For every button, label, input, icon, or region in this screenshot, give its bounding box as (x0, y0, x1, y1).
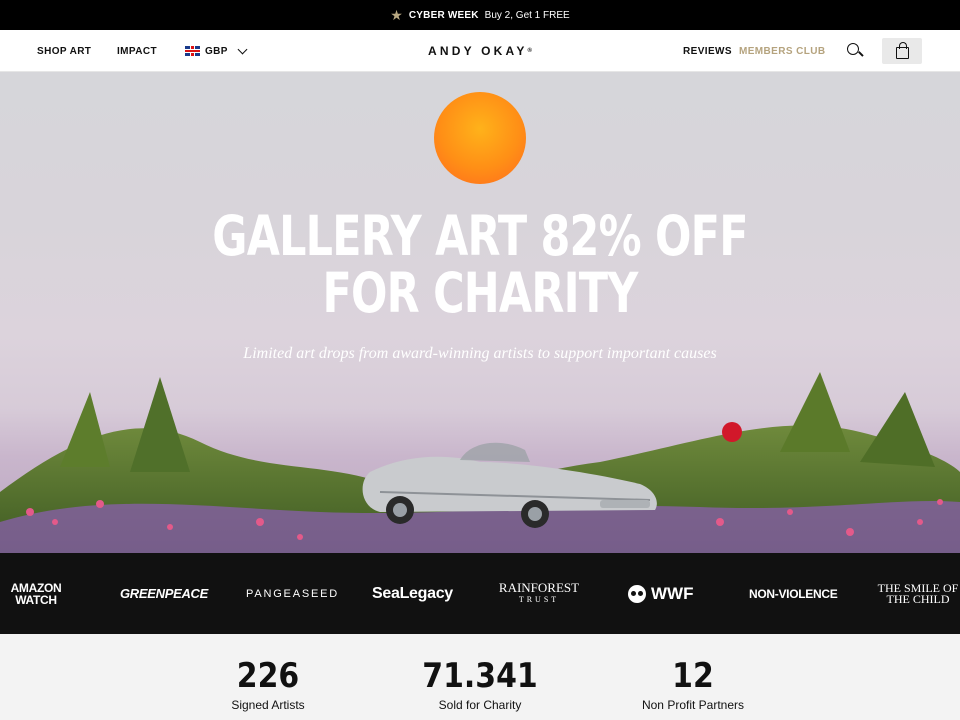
rainforest-trust-logo: RAINFOREST TRUST (499, 553, 579, 634)
registered-mark: ® (527, 48, 532, 54)
stat-value: 71.341 (422, 656, 538, 696)
wwf-logo: WWF (628, 553, 693, 634)
announcement-bar[interactable]: ★ CYBER WEEK Buy 2, Get 1 FREE (0, 0, 960, 30)
hero-banner[interactable]: GALLERY ART 82% OFF FOR CHARITY Limited … (0, 72, 960, 553)
impact-stats: 226 Signed Artists 71.341 Sold for Chari… (0, 634, 960, 720)
search-icon[interactable] (847, 43, 864, 59)
hero-headline-line1: GALLERY ART 82% OFF (212, 204, 748, 268)
uk-flag-icon (185, 46, 200, 56)
brand-logo-text: ANDY OKAY (428, 44, 528, 58)
flower-field-artwork (0, 372, 960, 553)
stat-label: Non Profit Partners (641, 698, 745, 712)
rainforest-trust-line2: TRUST (518, 594, 560, 604)
hero-subtitle: Limited art drops from award-winning art… (243, 345, 717, 362)
sun-artwork (434, 92, 526, 184)
stat-label: Sold for Charity (438, 698, 522, 712)
sealegacy-logo: SeaLegacy (372, 584, 453, 602)
nav-members-club[interactable]: MEMBERS CLUB (739, 30, 825, 72)
cart-button[interactable] (882, 38, 922, 64)
stat-value: 226 (236, 656, 300, 696)
stat-non-profit-partners: 12 Non Profit Partners (613, 634, 773, 712)
promo-text: Buy 2, Get 1 FREE (484, 9, 570, 21)
rainforest-trust-line1: RAINFOREST (498, 579, 580, 595)
greenpeace-logo: GREENPEACE (120, 586, 209, 601)
smile-line2: THE CHILD (886, 591, 950, 606)
amazon-watch-line2: WATCH (15, 592, 57, 607)
stat-value: 12 (672, 656, 714, 696)
hero-headline-line2: FOR CHARITY (322, 261, 638, 325)
star-icon: ★ (390, 7, 403, 23)
amazon-watch-line1: AMAZON (10, 580, 62, 595)
hero-headline: GALLERY ART 82% OFF FOR CHARITY (106, 208, 855, 322)
stat-sold-for-charity: 71.341 Sold for Charity (400, 634, 560, 712)
pangeaseed-logo: PANGEASEED (246, 587, 339, 600)
main-nav: SHOP ART IMPACT GBP ANDY OKAY ® REVIEWS M… (0, 30, 960, 72)
chevron-down-icon (237, 44, 248, 54)
promo-title: CYBER WEEK (408, 9, 479, 21)
nav-reviews[interactable]: REVIEWS (683, 30, 732, 72)
non-violence-logo: NON-VIOLENCE (749, 586, 838, 601)
shopping-bag-icon (895, 41, 909, 59)
currency-label: GBP (205, 45, 228, 57)
stat-label: Signed Artists (231, 698, 305, 712)
currency-selector[interactable]: GBP (185, 30, 248, 72)
nav-impact[interactable]: IMPACT (117, 30, 157, 72)
stat-signed-artists: 226 Signed Artists (188, 634, 348, 712)
wwf-text: WWF (651, 583, 694, 603)
amazon-watch-logo: AMAZON WATCH (3, 553, 69, 634)
panda-icon (628, 584, 646, 603)
nav-shop-art[interactable]: SHOP ART (37, 30, 91, 72)
partner-logos: AMAZON WATCH GREENPEACE PANGEASEED SeaLe… (0, 553, 960, 634)
smile-of-the-child-logo: THE SMILE OF THE CHILD (878, 553, 959, 634)
